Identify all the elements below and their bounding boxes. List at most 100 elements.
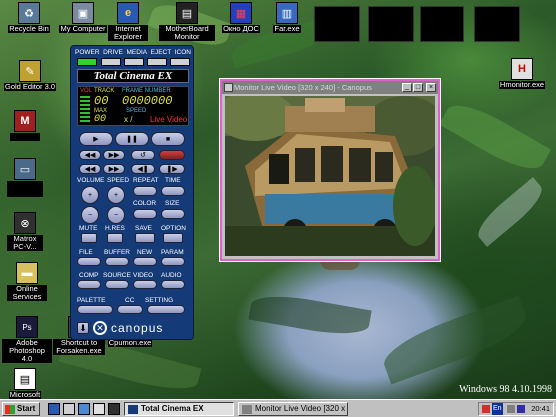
icon-label: Internet Explorer bbox=[108, 25, 148, 41]
leaf-decoration bbox=[438, 94, 552, 180]
my-computer-icon[interactable]: ▣ My Computer bbox=[56, 2, 110, 33]
mgi-icon[interactable]: M bbox=[0, 110, 50, 143]
time-button[interactable] bbox=[161, 186, 185, 196]
setting-button[interactable] bbox=[147, 305, 185, 314]
ie-icon: e bbox=[117, 2, 139, 24]
source-label: SOURCE bbox=[103, 272, 131, 279]
buffer-button[interactable] bbox=[105, 257, 129, 266]
icon-label: Far.exe bbox=[273, 24, 301, 33]
play-button[interactable]: ▶ bbox=[79, 132, 113, 146]
next-frame-button[interactable]: ❚▶ bbox=[159, 164, 185, 174]
app-quicklaunch-icon[interactable] bbox=[108, 403, 120, 415]
rewind-button[interactable]: ◀◀ bbox=[79, 150, 101, 160]
file-button[interactable] bbox=[77, 257, 101, 266]
leaf-decoration bbox=[248, 289, 372, 341]
eject-label: EJECT bbox=[150, 49, 172, 56]
channels-quicklaunch-icon[interactable] bbox=[93, 403, 105, 415]
volume-down-button[interactable]: − bbox=[81, 206, 99, 224]
speed-label: SPEED bbox=[126, 108, 147, 114]
hres-button[interactable] bbox=[107, 233, 123, 243]
palette-button[interactable] bbox=[77, 305, 113, 314]
internet-explorer-icon[interactable]: e Internet Explorer bbox=[106, 2, 150, 41]
cc-button[interactable] bbox=[117, 305, 143, 314]
icon-label: Gold Editor 3.0 bbox=[3, 82, 57, 91]
maximize-button[interactable]: □ bbox=[413, 83, 423, 92]
minimize-button[interactable]: _ bbox=[402, 83, 412, 92]
mute-button[interactable] bbox=[81, 233, 97, 243]
far-exe-icon[interactable]: ▥ Far.exe bbox=[260, 2, 314, 33]
close-button[interactable]: × bbox=[426, 83, 436, 92]
ie-quicklaunch-icon[interactable] bbox=[48, 403, 60, 415]
recycle-bin-icon[interactable]: ♻ Recycle Bin bbox=[2, 2, 56, 33]
player-title: Total Cinema EX bbox=[77, 69, 189, 83]
photoshop-icon[interactable]: Ps Adobe Photoshop 4.0 bbox=[0, 316, 54, 363]
prev-frame-button[interactable]: ◀❚ bbox=[131, 164, 155, 174]
comp-button[interactable] bbox=[77, 280, 101, 289]
desktop-quicklaunch-icon[interactable] bbox=[78, 403, 90, 415]
hidden-icon-1[interactable] bbox=[314, 6, 360, 42]
arrow-down-icon[interactable]: ⬇ bbox=[77, 322, 89, 334]
option-label: OPTION bbox=[161, 225, 186, 232]
total-cinema-player[interactable]: POWER DRIVE MEDIA EJECT ICON Total Cinem… bbox=[70, 45, 194, 340]
pause-button[interactable]: ❚❚ bbox=[115, 132, 149, 146]
step-forward-button[interactable]: ▶▶ bbox=[103, 164, 125, 174]
top-labels: POWER DRIVE MEDIA EJECT ICON bbox=[75, 49, 191, 56]
volume-up-button[interactable]: + bbox=[81, 186, 99, 204]
live-video-window[interactable]: Monitor Live Video [320 x 240] - Canopus… bbox=[219, 78, 441, 262]
new-button[interactable] bbox=[133, 257, 157, 266]
param-button[interactable] bbox=[161, 257, 185, 266]
monitor-tray-icon[interactable] bbox=[517, 405, 525, 413]
leaf-decoration bbox=[377, 295, 533, 385]
task-total-cinema[interactable]: Total Cinema EX bbox=[124, 402, 234, 416]
icon-button[interactable] bbox=[170, 58, 190, 66]
language-indicator[interactable]: En bbox=[492, 403, 503, 415]
icon-label: My Computer bbox=[59, 24, 107, 33]
network-icon[interactable]: ▭ bbox=[0, 158, 50, 199]
step-back-button[interactable]: ◀◀ bbox=[79, 164, 101, 174]
hmonitor-icon[interactable]: H Hmonitor.exe bbox=[492, 58, 552, 89]
palette-label: PALETTE bbox=[77, 297, 106, 304]
option-button[interactable] bbox=[163, 233, 183, 243]
hidden-icon-2[interactable] bbox=[368, 6, 414, 42]
microsoft-icon[interactable]: ▤ Microsoft bbox=[0, 368, 50, 399]
comp-label: COMP bbox=[79, 272, 99, 279]
source-button[interactable] bbox=[105, 280, 129, 289]
speaker-icon[interactable] bbox=[507, 405, 515, 413]
speed-down-button[interactable]: − bbox=[107, 206, 125, 224]
motherboard-icon: ▤ bbox=[176, 2, 198, 24]
system-tray: En 20:41 bbox=[478, 402, 554, 416]
video-button[interactable] bbox=[133, 280, 157, 289]
gold-editor-icon[interactable]: ✎ Gold Editor 3.0 bbox=[0, 60, 60, 91]
tray-icon[interactable] bbox=[482, 405, 490, 413]
power-button[interactable] bbox=[77, 58, 97, 66]
hidden-icon-4[interactable] bbox=[474, 6, 520, 42]
icon-label: MotherBoard Monitor bbox=[159, 25, 215, 41]
loop-button[interactable]: ↺ bbox=[131, 150, 155, 160]
task-live-video[interactable]: Monitor Live Video [320 x ... bbox=[238, 402, 348, 416]
color-button[interactable] bbox=[133, 209, 157, 219]
photoshop-app-icon: Ps bbox=[16, 316, 38, 338]
drive-button[interactable] bbox=[101, 58, 121, 66]
outlook-quicklaunch-icon[interactable] bbox=[63, 403, 75, 415]
matrox-icon[interactable]: ⊗ Matrox PC-V... bbox=[0, 212, 50, 251]
motherboard-monitor-icon[interactable]: ▤ MotherBoard Monitor bbox=[158, 2, 216, 41]
audio-button[interactable] bbox=[161, 280, 185, 289]
icon-label: ICON bbox=[174, 49, 191, 56]
media-button[interactable] bbox=[124, 58, 144, 66]
eject-button[interactable] bbox=[147, 58, 167, 66]
forward-button[interactable]: ▶▶ bbox=[103, 150, 125, 160]
online-services-icon[interactable]: ▬ Online Services bbox=[0, 262, 54, 301]
icon-label: Cpumon.exe bbox=[107, 338, 153, 347]
start-button[interactable]: Start bbox=[2, 402, 40, 416]
stop-button[interactable]: ■ bbox=[151, 132, 185, 146]
cc-label: CC bbox=[125, 297, 135, 304]
clock[interactable]: 20:41 bbox=[531, 404, 550, 413]
size-button[interactable] bbox=[161, 209, 185, 219]
tce-task-icon bbox=[128, 405, 138, 414]
hidden-icon-3[interactable] bbox=[420, 6, 464, 42]
media-label: MEDIA bbox=[126, 49, 148, 56]
repeat-button[interactable] bbox=[133, 186, 157, 196]
record-button[interactable] bbox=[159, 150, 185, 160]
speed-up-button[interactable]: + bbox=[107, 186, 125, 204]
save-button[interactable] bbox=[135, 233, 155, 243]
